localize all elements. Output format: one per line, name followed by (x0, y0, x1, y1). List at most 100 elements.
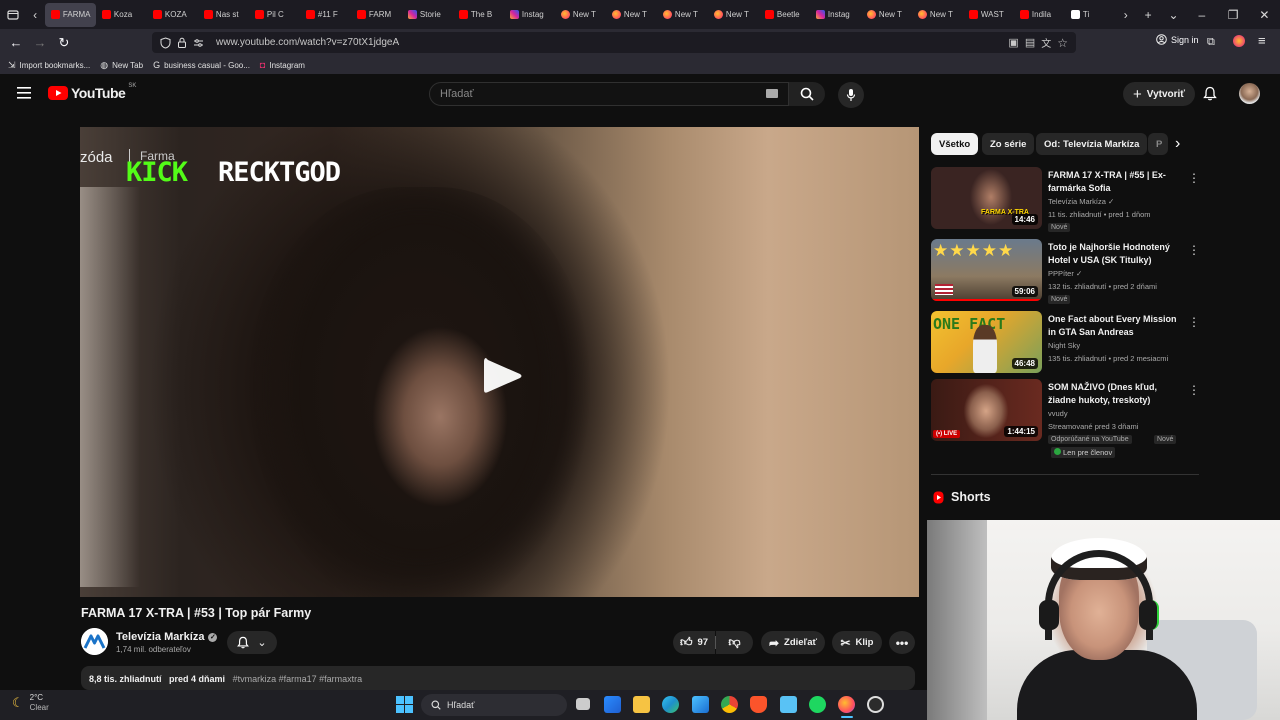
recommendation-channel[interactable]: Televízia Markíza ✓ (1048, 195, 1114, 208)
scroll-tabs-right-icon[interactable]: › (1116, 0, 1136, 29)
search-button[interactable] (789, 82, 825, 106)
new-tab-icon[interactable]: + (1135, 0, 1160, 29)
browser-tab[interactable]: FARM (351, 0, 402, 29)
recommendation-title[interactable]: SOM NAŽIVO (Dnes kľud, žiadne hukoty, tr… (1048, 381, 1186, 407)
file-explorer-icon[interactable] (633, 696, 650, 713)
browser-tab[interactable]: Instag (504, 0, 555, 29)
channel-name-link[interactable]: Televízia Markíza ✓ (116, 631, 218, 643)
more-vertical-icon[interactable]: ⋮ (1188, 243, 1200, 257)
bookmark-item[interactable]: ◘ Instagram (260, 60, 305, 70)
youtube-logo[interactable]: YouTube SK (48, 83, 136, 101)
recommendation-channel[interactable]: PPPíter ✓ (1048, 267, 1082, 280)
notifications-bell-icon[interactable] (1203, 86, 1217, 101)
permissions-icon[interactable] (193, 38, 204, 48)
browser-tab[interactable]: Ti (1065, 0, 1116, 29)
microsoft-store-icon[interactable] (604, 696, 621, 713)
list-all-tabs-icon[interactable]: ⌄ (1161, 0, 1186, 29)
tab-list-icon[interactable] (0, 0, 25, 29)
browser-tab[interactable]: KOZA (147, 0, 198, 29)
url-text[interactable]: www.youtube.com/watch?v=z70tX1jdgeA (216, 37, 399, 48)
notepad-icon[interactable] (780, 696, 797, 713)
chips-next-icon[interactable]: › (1175, 135, 1180, 153)
extensions-icon[interactable]: ⧉ (1207, 36, 1215, 49)
browser-tab[interactable]: Nas st (198, 0, 249, 29)
subscription-bell-button[interactable]: ⌄ (227, 631, 277, 654)
clip-button[interactable]: ✂ Klip (832, 631, 882, 654)
close-window-icon[interactable]: ✕ (1249, 0, 1280, 29)
browser-tab[interactable]: WAST (963, 0, 1014, 29)
browser-tab[interactable]: New T (555, 0, 606, 29)
back-icon[interactable]: ← (4, 31, 28, 55)
browser-tab[interactable]: FARMA✕ (44, 2, 96, 27)
browser-tab[interactable]: New T (657, 0, 708, 29)
chrome-icon[interactable] (721, 696, 738, 713)
create-button[interactable]: + Vytvoriť (1123, 82, 1196, 106)
url-bar[interactable]: www.youtube.com/watch?v=z70tX1jdgeA ▣ ▤ … (152, 32, 1076, 53)
recommendation-channel[interactable]: Night Sky (1048, 339, 1080, 352)
chip-all[interactable]: Všetko (931, 133, 979, 155)
windows-start-icon[interactable] (396, 696, 413, 713)
taskbar-search[interactable]: Hľadať (421, 694, 567, 716)
sign-in-button[interactable]: Sign in (1156, 34, 1199, 45)
browser-tab[interactable]: New T (606, 0, 657, 29)
chip-from-series[interactable]: Zo série (982, 133, 1035, 155)
browser-tab[interactable]: #11 F (300, 0, 351, 29)
more-actions-button[interactable]: ••• (889, 631, 915, 654)
brave-icon[interactable] (750, 696, 767, 713)
search-input[interactable]: Hľadať (429, 82, 789, 106)
browser-tab[interactable]: The B (453, 0, 504, 29)
user-avatar[interactable] (1239, 83, 1260, 104)
obs-icon[interactable] (867, 696, 884, 713)
browser-tab[interactable]: New T (708, 0, 759, 29)
browser-tab[interactable]: New T (912, 0, 963, 29)
channel-avatar[interactable] (81, 628, 108, 655)
bookmark-item[interactable]: ⇲ Import bookmarks... (8, 60, 90, 71)
forward-icon[interactable]: → (28, 31, 52, 55)
more-vertical-icon[interactable]: ⋮ (1188, 383, 1200, 397)
edge-icon[interactable] (662, 696, 679, 713)
reload-icon[interactable]: ↻ (52, 31, 76, 55)
play-button[interactable] (480, 354, 524, 398)
minimize-icon[interactable]: – (1186, 0, 1217, 29)
app-menu-icon[interactable]: ≡ (1258, 33, 1266, 48)
like-button[interactable]: 👍︎ 97 (673, 631, 715, 654)
lock-icon[interactable] (177, 37, 187, 48)
video-thumbnail[interactable]: ONE FACT 46:48 (931, 311, 1042, 373)
spotify-icon[interactable] (809, 696, 826, 713)
firefox-account-icon[interactable] (1233, 35, 1245, 47)
photos-icon[interactable] (692, 696, 709, 713)
task-view-icon[interactable] (576, 698, 590, 710)
bookmark-star-icon[interactable]: ☆ (1057, 36, 1068, 50)
video-thumbnail[interactable]: (•) LIVE 1:44:15 (931, 379, 1042, 441)
chip-more[interactable]: P (1148, 133, 1168, 155)
keyboard-icon[interactable] (766, 89, 778, 98)
chip-from-channel[interactable]: Od: Televízia Markíza (1036, 133, 1148, 155)
browser-tab[interactable]: Indila (1014, 0, 1065, 29)
recommendation-channel[interactable]: vvudy (1048, 407, 1068, 420)
hamburger-menu-icon[interactable] (17, 87, 31, 99)
bookmark-item[interactable]: ◍ New Tab (100, 60, 143, 71)
firefox-icon[interactable] (838, 696, 855, 713)
tracking-shield-icon[interactable] (160, 36, 171, 49)
voice-search-button[interactable] (838, 82, 864, 108)
reader-view-icon[interactable]: ▤ (1025, 36, 1035, 49)
restore-icon[interactable]: ❐ (1217, 0, 1248, 29)
bookmark-item[interactable]: Gbusiness casual - Goo... (153, 60, 250, 70)
recommendation-item[interactable]: ONE FACT 46:48 One Fact about Every Miss… (931, 311, 1201, 373)
browser-tab[interactable]: Beetle (759, 0, 810, 29)
dislike-button[interactable]: 👎︎ (716, 631, 753, 654)
hashtags[interactable]: #tvmarkiza #farma17 #farmaxtra (233, 674, 363, 684)
video-player[interactable]: zóda Farma KICK RECKTGOD (80, 127, 919, 597)
description-box[interactable]: 8,8 tis. zhliadnutí pred 4 dňami #tvmark… (81, 666, 915, 690)
more-vertical-icon[interactable]: ⋮ (1188, 171, 1200, 185)
video-thumbnail[interactable]: FARMA X-TRA 14:46 (931, 167, 1042, 229)
browser-tab[interactable]: New T (861, 0, 912, 29)
recommendation-item[interactable]: (•) LIVE 1:44:15 SOM NAŽIVO (Dnes kľud, … (931, 379, 1201, 461)
share-button[interactable]: ➦ Zdieľať (761, 631, 825, 654)
browser-tab[interactable]: Pil C (249, 0, 300, 29)
recommendation-title[interactable]: FARMA 17 X-TRA | #55 | Ex-farmárka Sofia (1048, 169, 1186, 195)
browser-tab[interactable]: Instag (810, 0, 861, 29)
recommendation-item[interactable]: FARMA X-TRA 14:46 FARMA 17 X-TRA | #55 |… (931, 167, 1201, 233)
picture-icon[interactable]: ▣ (1008, 36, 1018, 49)
video-thumbnail[interactable]: ★★★★★ 59:06 (931, 239, 1042, 301)
